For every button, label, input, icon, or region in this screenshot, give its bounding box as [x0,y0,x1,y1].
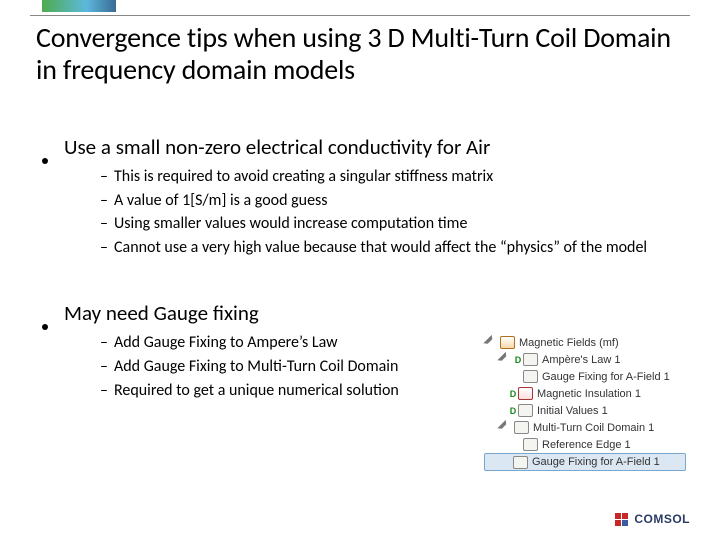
sub-text: Add Gauge Fixing to Ampere’s Law [114,332,338,354]
header-accent-graphic [42,0,116,12]
sub-text: Using smaller values would increase comp… [114,213,467,235]
dash-icon: – [100,332,114,354]
tree-item[interactable]: Reference Edge 1 [482,436,686,453]
feature-node-icon [518,404,533,417]
expand-arrow-icon [497,420,512,435]
feature-node-icon [523,370,538,383]
brand-logo: COMSOL [615,512,690,526]
feature-node-icon [523,353,538,366]
tree-label: Multi-Turn Coil Domain 1 [533,422,654,434]
spacer-icon [498,389,507,398]
expand-arrow-icon [497,352,512,367]
bullet-1: Use a small non-zero electrical conducti… [36,134,690,160]
bullet-1-text: Use a small non-zero electrical conducti… [64,134,490,160]
dash-icon: – [100,190,114,212]
slide-title: Convergence tips when using 3 D Multi-Tu… [36,22,690,86]
brand-text: COMSOL [634,512,690,526]
spacer-icon [512,372,521,381]
spacer-icon [512,440,521,449]
tree-item[interactable]: Gauge Fixing for A-Field 1 [482,368,686,385]
sub-text: Add Gauge Fixing to Multi-Turn Coil Doma… [114,356,398,378]
expand-arrow-icon [483,335,498,350]
spacer-icon [498,406,507,415]
tree-item-selected[interactable]: Gauge Fixing for A-Field 1 [484,453,686,471]
feature-node-icon [523,438,538,451]
brand-mark-icon [615,513,628,526]
domain-badge-icon: D [514,355,522,365]
sub-text: Cannot use a very high value because tha… [114,237,647,259]
tree-root[interactable]: Magnetic Fields (mf) [482,334,686,351]
domain-badge-icon: D [509,406,517,416]
bullet-dot-icon [42,324,48,330]
header-rule [30,15,690,16]
dash-icon: – [100,380,114,402]
feature-node-icon [514,421,529,434]
bullet-1-subs: –This is required to avoid creating a si… [100,166,690,258]
physics-node-icon [500,336,515,349]
tree-label: Magnetic Insulation 1 [537,388,641,400]
feature-node-icon [518,387,533,400]
bullet-2-text: May need Gauge fixing [64,300,259,326]
dash-icon: – [100,166,114,188]
tree-label: Gauge Fixing for A-Field 1 [542,371,670,383]
dash-icon: – [100,213,114,235]
bullet-2: May need Gauge fixing [36,300,690,326]
tree-label: Ampère's Law 1 [542,354,621,366]
tree-item[interactable]: D Ampère's Law 1 [482,351,686,368]
tree-label: Reference Edge 1 [542,439,631,451]
tree-item[interactable]: D Magnetic Insulation 1 [482,385,686,402]
tree-item[interactable]: Multi-Turn Coil Domain 1 [482,419,686,436]
tree-label: Magnetic Fields (mf) [519,337,619,349]
domain-badge-icon: D [509,389,517,399]
model-tree-panel: Magnetic Fields (mf) D Ampère's Law 1 Ga… [482,334,686,471]
sub-text: A value of 1[S/m] is a good guess [114,190,328,212]
tree-label: Gauge Fixing for A-Field 1 [532,456,660,468]
sub-text: Required to get a unique numerical solut… [114,380,399,402]
dash-icon: – [100,237,114,259]
sub-text: This is required to avoid creating a sin… [114,166,493,188]
feature-node-icon [513,456,528,469]
tree-item[interactable]: D Initial Values 1 [482,402,686,419]
bullet-dot-icon [42,158,48,164]
dash-icon: – [100,356,114,378]
tree-label: Initial Values 1 [537,405,608,417]
